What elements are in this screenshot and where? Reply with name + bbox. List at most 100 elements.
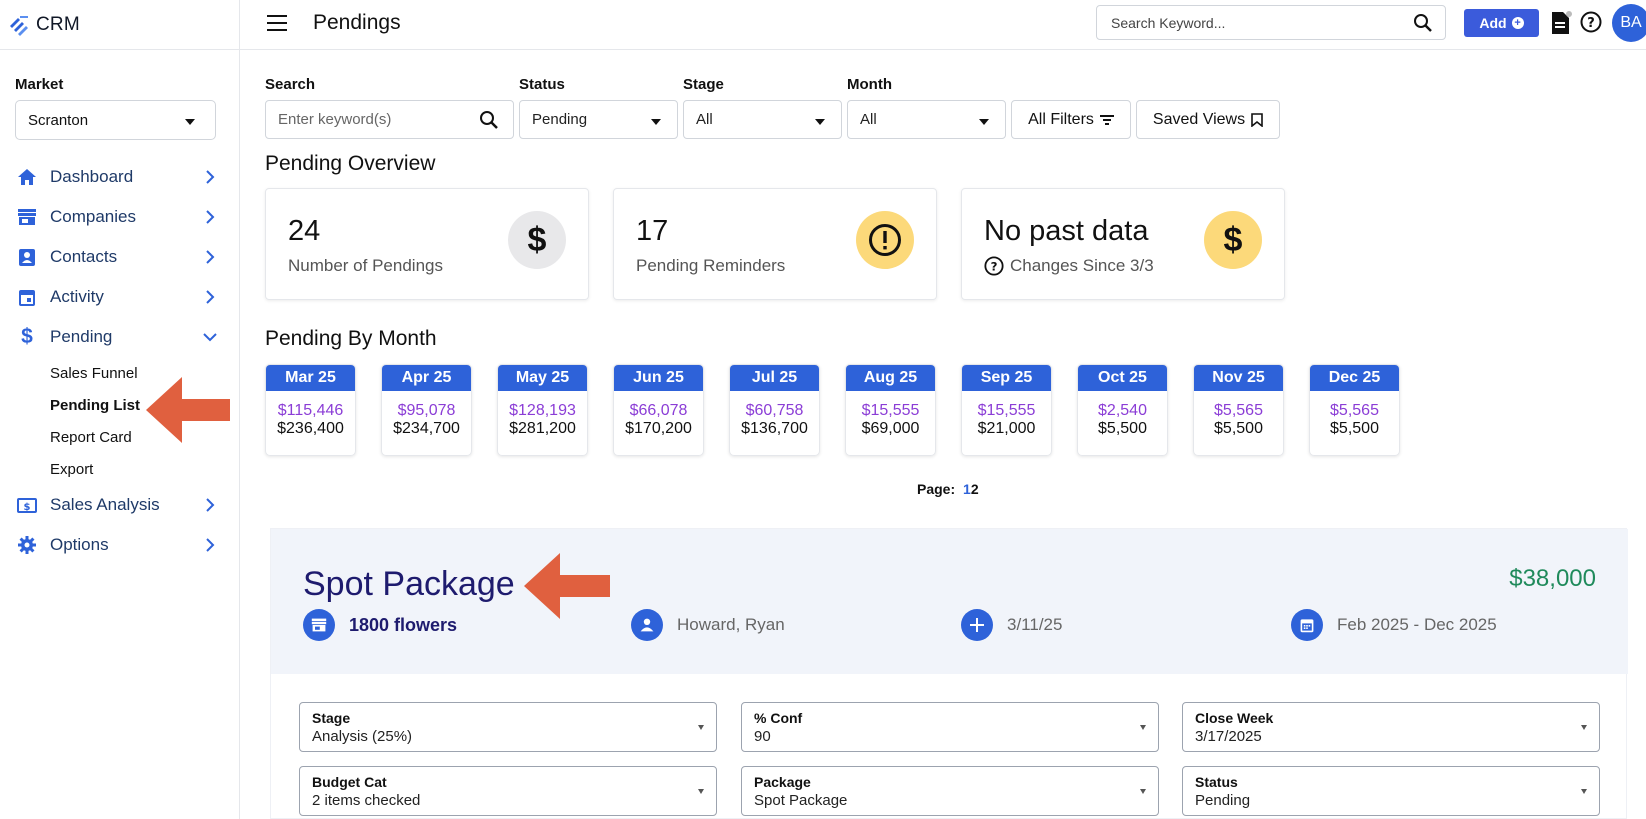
page-2-link[interactable]: 2: [971, 481, 979, 497]
alert-icon: [856, 211, 914, 269]
month-weighted: $115,446: [277, 402, 344, 419]
card-value: No past data: [984, 215, 1149, 247]
caret-down-icon: [698, 789, 704, 794]
month-select[interactable]: All: [847, 100, 1006, 139]
subnav-item-export[interactable]: Export: [50, 453, 240, 485]
month-weighted: $5,565: [1330, 402, 1379, 419]
card-value: 17: [636, 215, 669, 247]
month-weighted: $128,193: [509, 402, 576, 419]
month-total: $236,400: [277, 420, 344, 437]
crm-logo-icon: [10, 15, 28, 36]
close-week-field[interactable]: Close Week 3/17/2025: [1182, 702, 1600, 752]
month-card-mar[interactable]: Mar 25 $115,446 $236,400: [265, 364, 356, 456]
sidebar-item-dashboard[interactable]: Dashboard: [0, 157, 240, 197]
month-label: Apr 25: [382, 365, 471, 391]
caret-down-icon: [1581, 789, 1587, 794]
add-button-label: Add: [1479, 15, 1507, 31]
month-card-may[interactable]: May 25 $128,193 $281,200: [497, 364, 588, 456]
created-date: 3/11/25: [1007, 615, 1063, 634]
field-label: % Conf: [754, 710, 803, 726]
store-icon: [16, 206, 38, 228]
document-icon[interactable]: [1550, 11, 1572, 35]
plus-icon: [961, 609, 993, 641]
search-icon[interactable]: [479, 110, 499, 130]
help-icon[interactable]: ?: [1580, 11, 1602, 33]
status-select[interactable]: Pending: [519, 100, 678, 139]
help-icon[interactable]: ?: [984, 256, 1004, 276]
stage-select[interactable]: All: [683, 100, 842, 139]
month-card-sep[interactable]: Sep 25 $15,555 $21,000: [961, 364, 1052, 456]
sidebar-item-companies[interactable]: Companies: [0, 197, 240, 237]
detail-created: 3/11/25: [961, 609, 1062, 641]
sidebar-item-sales-analysis[interactable]: $ Sales Analysis: [0, 485, 240, 525]
hamburger-menu-icon[interactable]: [267, 15, 287, 31]
sidebar-item-options[interactable]: Options: [0, 525, 240, 565]
overview-card-pendings: 24 Number of Pendings $: [265, 188, 589, 300]
stage-filter-label: Stage: [683, 76, 724, 93]
detail-title: Spot Package: [303, 565, 515, 603]
owner-name: Howard, Ryan: [677, 615, 785, 634]
package-field[interactable]: Package Spot Package: [741, 766, 1159, 816]
store-icon: [303, 609, 335, 641]
month-weighted: $60,758: [745, 402, 804, 419]
caret-down-icon: [185, 119, 195, 125]
stage-field[interactable]: Stage Analysis (25%): [299, 702, 717, 752]
market-select[interactable]: Scranton: [15, 100, 216, 140]
month-card-jun[interactable]: Jun 25 $66,078 $170,200: [613, 364, 704, 456]
sidebar-item-activity[interactable]: Activity: [0, 277, 240, 317]
month-card-apr[interactable]: Apr 25 $95,078 $234,700: [381, 364, 472, 456]
search-icon[interactable]: [1413, 13, 1433, 33]
detail-header: Spot Package $38,000 1800 flowers Howard…: [271, 529, 1628, 674]
brand[interactable]: CRM: [0, 0, 239, 50]
chevron-right-icon: [206, 250, 215, 264]
saved-views-label: Saved Views: [1152, 110, 1246, 128]
month-label: Dec 25: [1310, 365, 1399, 391]
sidebar-item-label: Dashboard: [50, 167, 134, 186]
keyword-search-input[interactable]: Enter keyword(s): [265, 100, 514, 139]
month-card-aug[interactable]: Aug 25 $15,555 $69,000: [845, 364, 936, 456]
caret-down-icon: [1581, 725, 1587, 730]
page-1-link[interactable]: 1: [963, 481, 971, 497]
detail-company[interactable]: 1800 flowers: [303, 609, 457, 641]
month-card-nov[interactable]: Nov 25 $5,565 $5,500: [1193, 364, 1284, 456]
month-total: $5,500: [1330, 420, 1379, 437]
filter-icon: [1099, 114, 1114, 125]
calendar-icon: [16, 286, 38, 308]
stage-value: All: [696, 111, 713, 128]
card-caption: Pending Reminders: [636, 256, 786, 275]
month-total: $21,000: [977, 420, 1036, 437]
conf-field[interactable]: % Conf 90: [741, 702, 1159, 752]
all-filters-button[interactable]: All Filters: [1011, 100, 1131, 139]
budget-cat-field[interactable]: Budget Cat 2 items checked: [299, 766, 717, 816]
search-placeholder: Search Keyword...: [1111, 14, 1226, 31]
sidebar-item-pending[interactable]: $ Pending: [0, 317, 240, 357]
add-button[interactable]: Add +: [1464, 9, 1539, 37]
month-card-jul[interactable]: Jul 25 $60,758 $136,700: [729, 364, 820, 456]
month-total: $5,500: [1098, 420, 1147, 437]
page-title: Pendings: [313, 11, 401, 34]
keyword-placeholder: Enter keyword(s): [278, 111, 392, 128]
status-field[interactable]: Status Pending: [1182, 766, 1600, 816]
user-avatar[interactable]: BA: [1612, 4, 1646, 42]
overview-card-reminders: 17 Pending Reminders: [613, 188, 937, 300]
search-filter-label: Search: [265, 76, 316, 93]
sidebar-item-label: Companies: [50, 207, 136, 226]
month-weighted: $15,555: [861, 402, 920, 419]
card-caption: Number of Pendings: [288, 256, 443, 275]
calendar-icon: [1291, 609, 1323, 641]
svg-text:$: $: [24, 502, 31, 513]
month-total: $234,700: [393, 420, 460, 437]
sidebar-item-label: Options: [50, 535, 109, 554]
month-card-dec[interactable]: Dec 25 $5,565 $5,500: [1309, 364, 1400, 456]
top-header: Pendings Search Keyword... Add + ? BA: [240, 0, 1646, 50]
detail-flight: Feb 2025 - Dec 2025: [1291, 609, 1497, 641]
global-search-input[interactable]: Search Keyword...: [1096, 5, 1446, 40]
sidebar-item-label: Activity: [50, 287, 104, 306]
sidebar-item-label: Sales Analysis: [50, 495, 160, 514]
svg-text:?: ?: [1587, 16, 1595, 31]
main-nav: Dashboard Companies Contacts Activity $: [0, 157, 240, 565]
month-card-oct[interactable]: Oct 25 $2,540 $5,500: [1077, 364, 1168, 456]
sidebar-item-contacts[interactable]: Contacts: [0, 237, 240, 277]
chevron-right-icon: [206, 210, 215, 224]
saved-views-button[interactable]: Saved Views: [1136, 100, 1280, 139]
